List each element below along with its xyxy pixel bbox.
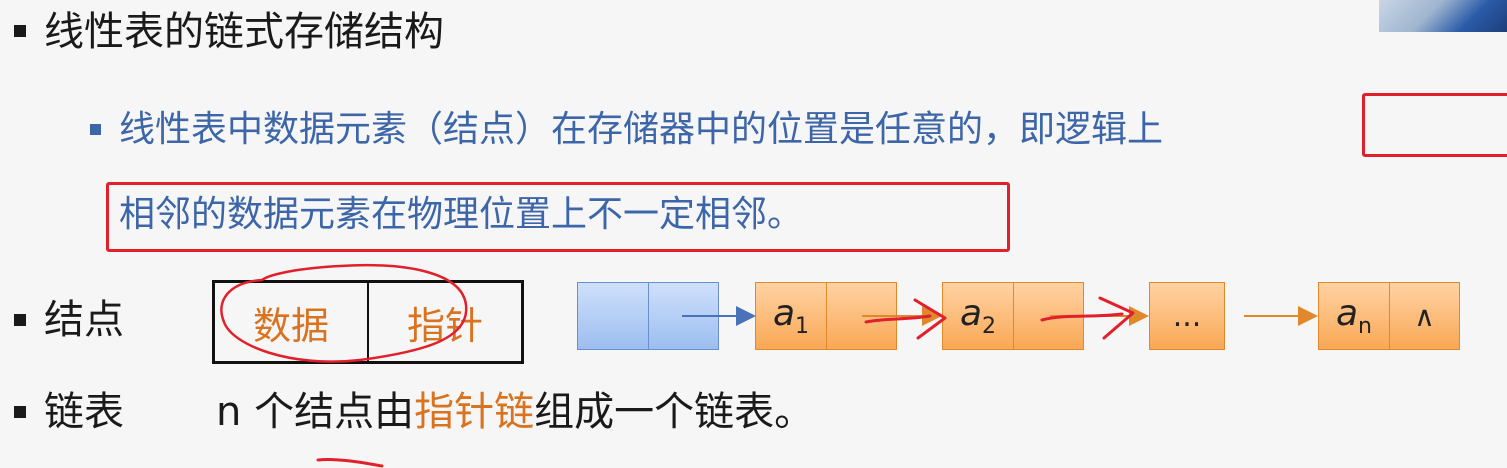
annotation-box-line2 [106, 182, 1010, 252]
node-subscript: 2 [982, 314, 997, 339]
description-line-1: 线性表中数据元素（结点）在存储器中的位置是任意的，即逻辑上 [119, 112, 1163, 148]
bullet-icon [14, 406, 26, 418]
list-text-pre: n 个结点由 [216, 389, 415, 435]
list-node-pointer [826, 283, 896, 349]
list-node-a2: a2 [942, 282, 1084, 350]
list-label: 链表 [44, 389, 124, 435]
bullet-icon [14, 314, 26, 326]
head-node-pointer-cell [647, 283, 719, 349]
node-var: a [1335, 293, 1359, 334]
list-node-an: an ∧ [1318, 282, 1460, 350]
head-node-cell [578, 283, 648, 349]
null-terminator: ∧ [1389, 283, 1459, 349]
node-var: a [959, 293, 983, 334]
description-text: 线性表中数据元素（结点）在存储器中的位置是任意的，即 [119, 109, 1056, 150]
ellipsis-text: ... [1172, 298, 1202, 334]
head-node [577, 282, 719, 350]
list-node-pointer [1013, 283, 1083, 349]
node-subscript: n [1358, 314, 1372, 339]
list-text-post: 组成一个链表。 [534, 389, 815, 435]
node-structure-diagram: 数据 指针 [212, 280, 524, 364]
node-var: a [772, 293, 796, 334]
speaker-video-thumbnail [1379, 0, 1507, 32]
list-node-value: a1 [756, 283, 826, 349]
sub-bullet-icon [90, 124, 101, 135]
node-pointer-field: 指针 [367, 283, 521, 361]
list-text-highlight: 指针链 [414, 389, 535, 435]
list-node-ellipsis: ... [1149, 282, 1225, 350]
description-emphasis: 逻辑上 [1055, 109, 1164, 150]
handdrawn-mark [316, 457, 384, 468]
annotation-box-line1 [1362, 93, 1507, 157]
node-label: 结点 [44, 297, 124, 343]
list-node-value: a2 [943, 283, 1013, 349]
node-subscript: 1 [795, 314, 810, 339]
node-data-field: 数据 [252, 303, 329, 348]
bullet-icon [14, 25, 26, 37]
list-node-value: an [1319, 283, 1389, 349]
page-heading: 线性表的链式存储结构 [44, 9, 444, 55]
list-node-a1: a1 [755, 282, 897, 350]
list-description: n 个结点由指针链组成一个链表。 [216, 392, 814, 432]
